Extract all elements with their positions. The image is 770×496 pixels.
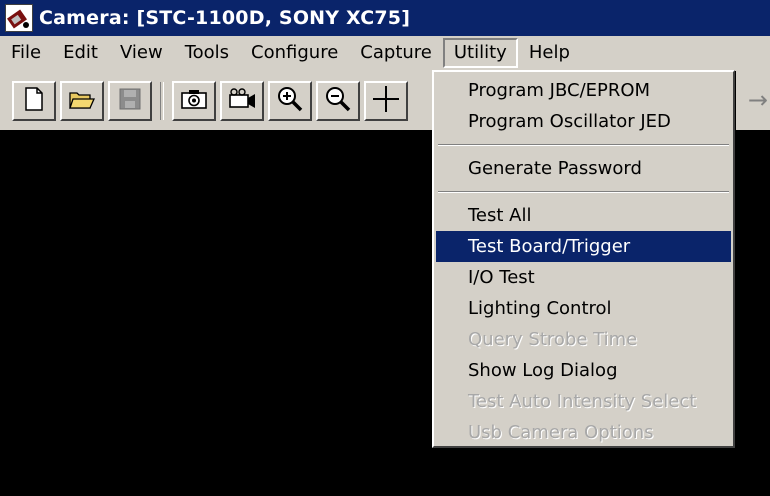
video-camera-icon xyxy=(227,88,257,114)
toolbar-separator xyxy=(160,82,164,120)
menu-item-io-test[interactable]: I/O Test xyxy=(436,262,731,293)
menu-item-generate-password[interactable]: Generate Password xyxy=(436,153,731,184)
menu-item-lighting-control[interactable]: Lighting Control xyxy=(436,293,731,324)
menu-help[interactable]: Help xyxy=(518,38,581,68)
zoom-out-button[interactable] xyxy=(316,81,360,121)
zoom-out-icon xyxy=(325,86,351,116)
menu-item-test-all[interactable]: Test All xyxy=(436,200,731,231)
menu-separator xyxy=(434,184,733,200)
menu-item-query-strobe-time: Query Strobe Time xyxy=(468,329,638,350)
menu-configure[interactable]: Configure xyxy=(240,38,349,68)
camera-snapshot-icon xyxy=(180,88,208,114)
menu-edit[interactable]: Edit xyxy=(52,38,109,68)
open-folder-icon xyxy=(68,87,96,115)
menu-item-program-oscillator-jed[interactable]: Program Oscillator JED xyxy=(436,106,731,137)
menu-bar: File Edit View Tools Configure Capture U… xyxy=(0,36,770,70)
utility-dropdown-menu: Program JBC/EPROM Program Oscillator JED… xyxy=(432,70,735,448)
title-bar: Camera: [STC-1100D, SONY XC75] xyxy=(0,0,770,36)
window-title: Camera: [STC-1100D, SONY XC75] xyxy=(39,7,411,29)
menu-item-test-board-trigger[interactable]: Test Board/Trigger xyxy=(436,231,731,262)
menu-capture[interactable]: Capture xyxy=(349,38,443,68)
crosshair-icon xyxy=(372,85,400,117)
menu-utility[interactable]: Utility xyxy=(442,38,518,68)
save-disk-icon xyxy=(118,87,142,115)
menu-separator xyxy=(434,137,733,153)
menu-item-show-log-dialog[interactable]: Show Log Dialog xyxy=(436,355,731,386)
open-button[interactable] xyxy=(60,81,104,121)
new-button[interactable] xyxy=(12,81,56,121)
menu-item-usb-camera-options: Usb Camera Options xyxy=(468,422,654,443)
menu-tools[interactable]: Tools xyxy=(174,38,240,68)
snapshot-button[interactable] xyxy=(172,81,216,121)
video-button[interactable] xyxy=(220,81,264,121)
new-document-icon xyxy=(24,87,44,115)
menu-item-program-jbc-eprom[interactable]: Program JBC/EPROM xyxy=(436,75,731,106)
crosshair-button[interactable] xyxy=(364,81,408,121)
zoom-in-icon xyxy=(277,86,303,116)
zoom-in-button[interactable] xyxy=(268,81,312,121)
app-icon[interactable] xyxy=(5,4,33,32)
arrow-right-icon[interactable]: → xyxy=(748,86,768,114)
menu-file[interactable]: File xyxy=(0,38,52,68)
menu-item-test-auto-intensity-select: Test Auto Intensity Select xyxy=(468,391,697,412)
save-button[interactable] xyxy=(108,81,152,121)
menu-view[interactable]: View xyxy=(109,38,174,68)
